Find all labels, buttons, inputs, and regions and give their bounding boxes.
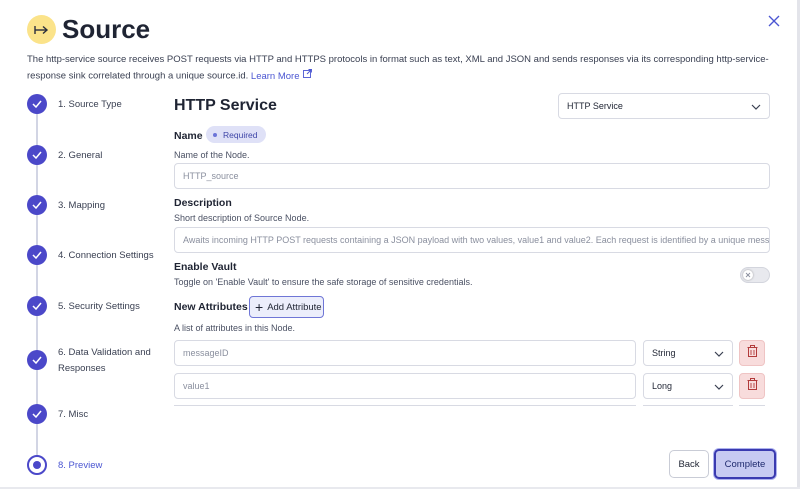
vault-toggle[interactable] [740,267,770,283]
trash-icon [747,377,758,395]
attributes-helper: A list of attributes in this Node. [174,323,296,333]
check-icon [27,350,47,370]
page-title: Source [62,14,151,44]
chevron-down-icon [751,102,761,112]
attribute-type-select[interactable]: String [643,340,733,366]
add-attribute-button[interactable]: + Add Attribute [249,296,324,318]
required-label: Required [223,129,258,140]
complete-button[interactable]: Complete [714,449,776,479]
attribute-name-input[interactable]: messageID [174,340,636,366]
plus-icon: + [255,299,264,315]
step-label: 2. General [58,150,103,161]
check-icon [27,296,47,316]
check-icon [27,145,47,165]
attribute-name-input[interactable]: value1 [174,373,636,399]
description-label: Description [174,197,232,209]
check-icon [27,195,47,215]
description-text: The http-service source receives POST re… [27,54,769,82]
attribute-row-partial [739,405,765,408]
attribute-row-partial [643,405,733,408]
close-icon[interactable] [765,12,783,30]
trash-icon [747,344,758,362]
learn-more-link[interactable]: Learn More [250,68,312,84]
required-badge: Required [206,126,266,143]
step-label: 8. Preview [58,460,103,471]
chevron-down-icon [714,349,724,359]
select-value: HTTP Service [567,101,623,111]
check-icon [27,404,47,424]
section-title: HTTP Service [174,97,277,114]
check-icon [27,245,47,265]
name-helper: Name of the Node. [174,150,250,160]
select-value: Long [652,381,673,391]
step-label: 1. Source Type [58,99,122,110]
select-value: String [652,348,676,358]
attribute-type-select[interactable]: Long [643,373,733,399]
step-label: 6. Data Validation and Responses [58,347,151,374]
toggle-off-icon [743,270,753,280]
attribute-row-partial [174,405,636,408]
name-label: Name [174,130,203,142]
name-input[interactable]: HTTP_source [174,163,770,189]
step-label: 7. Misc [58,409,89,420]
vault-label: Enable Vault [174,261,237,273]
step-label: 5. Security Settings [58,301,140,312]
delete-attribute-button[interactable] [739,340,765,366]
arrow-to-line-icon [27,15,56,44]
chevron-down-icon [714,382,724,392]
delete-attribute-button[interactable] [739,373,765,399]
learn-more-label: Learn More [250,70,300,82]
external-link-icon [302,68,312,84]
add-attribute-label: Add Attribute [267,301,322,313]
back-button[interactable]: Back [669,450,709,478]
step-label: 3. Mapping [58,200,106,211]
source-description: The http-service source receives POST re… [27,52,772,85]
vault-helper: Toggle on 'Enable Vault' to ensure the s… [174,277,473,287]
description-helper: Short description of Source Node. [174,213,310,223]
step-label: 4. Connection Settings [58,250,154,261]
description-input[interactable]: Awaits incoming HTTP POST requests conta… [174,227,770,253]
current-step-icon [27,455,47,475]
check-icon [27,94,47,114]
source-type-select[interactable]: HTTP Service [558,93,770,119]
attributes-label: New Attributes [174,301,248,313]
